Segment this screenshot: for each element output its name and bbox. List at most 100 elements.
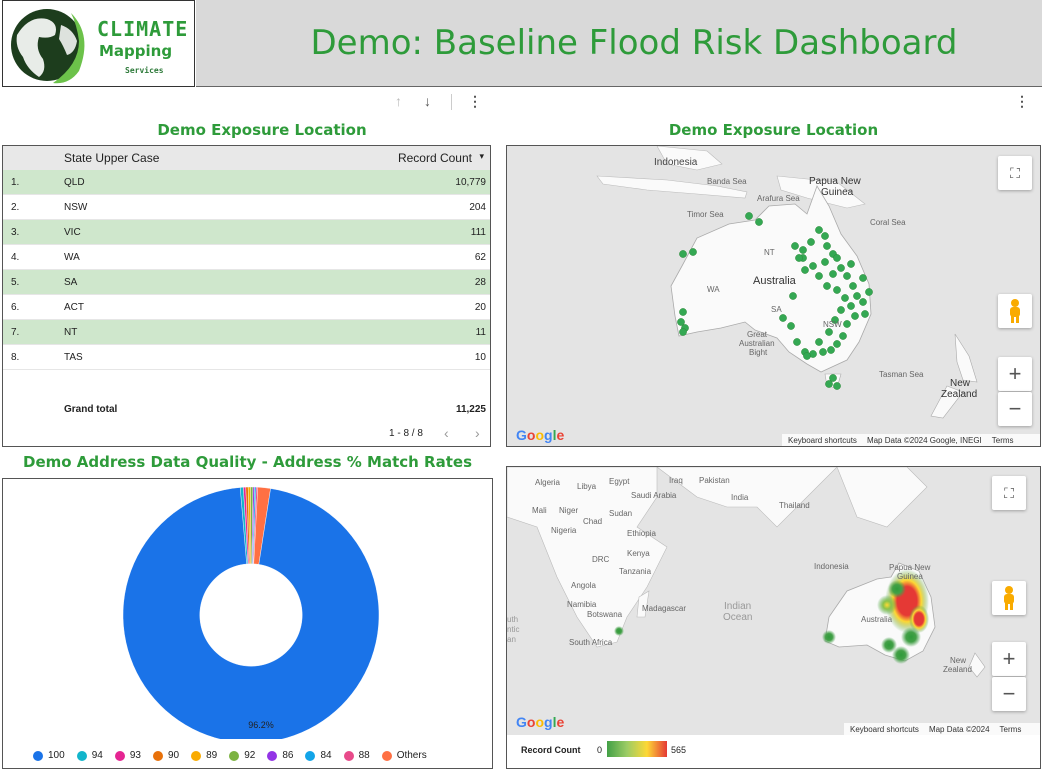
map-marker[interactable] (853, 292, 861, 300)
map-marker[interactable] (859, 298, 867, 306)
terms-link[interactable]: Terms (992, 436, 1014, 445)
row-state: QLD (64, 177, 85, 188)
sort-up-icon[interactable]: ↑ (395, 93, 402, 109)
legend-item[interactable]: 100 (33, 750, 65, 761)
map-marker[interactable] (827, 346, 835, 354)
map-marker[interactable] (815, 338, 823, 346)
map-marker[interactable] (821, 258, 829, 266)
more-vert-icon-map[interactable]: ⋮ (1015, 93, 1029, 110)
map-marker[interactable] (847, 302, 855, 310)
map-marker[interactable] (851, 312, 859, 320)
fullscreen-button[interactable]: ⛶ (998, 156, 1032, 190)
map-marker[interactable] (841, 294, 849, 302)
map-marker[interactable] (809, 262, 817, 270)
street-view-button[interactable] (998, 294, 1032, 328)
table-row[interactable]: 8. TAS 10 (3, 345, 490, 370)
map-marker[interactable] (689, 248, 697, 256)
map-marker[interactable] (859, 274, 867, 282)
street-view-button-2[interactable] (992, 581, 1026, 615)
map-marker[interactable] (837, 306, 845, 314)
fullscreen-button-2[interactable]: ⛶ (992, 476, 1026, 510)
map-marker[interactable] (823, 282, 831, 290)
map-marker[interactable] (833, 340, 841, 348)
legend-item[interactable]: 84 (305, 750, 332, 761)
map-marker[interactable] (829, 270, 837, 278)
map-marker[interactable] (679, 308, 687, 316)
legend-item[interactable]: 92 (229, 750, 255, 761)
map-marker[interactable] (861, 310, 869, 318)
row-index: 8. (11, 352, 20, 363)
map-marker[interactable] (843, 320, 851, 328)
map-marker[interactable] (865, 288, 873, 296)
table-row[interactable]: 2. NSW 204 (3, 195, 490, 220)
heatmap-map[interactable]: Algeria Libya Egypt Iraq Pakistan Saudi … (507, 467, 1040, 735)
zoom-in-button-2[interactable]: + (992, 642, 1026, 676)
legend-item[interactable]: 89 (191, 750, 217, 761)
zoom-out-button-2[interactable]: − (992, 677, 1026, 711)
map-marker[interactable] (833, 254, 841, 262)
map-marker[interactable] (833, 286, 841, 294)
table-row[interactable]: 3. VIC 111 (3, 220, 490, 245)
sort-down-icon[interactable]: ↓ (424, 93, 431, 109)
map-marker[interactable] (825, 380, 833, 388)
map1-canvas[interactable] (507, 146, 1041, 447)
col-count-header[interactable]: Record Count (398, 151, 472, 165)
toolbar-divider (451, 94, 452, 110)
legend-item[interactable]: 88 (343, 750, 370, 761)
zoom-in-button[interactable]: + (998, 357, 1032, 391)
map-marker[interactable] (823, 242, 831, 250)
map-marker[interactable] (807, 238, 815, 246)
map-marker[interactable] (849, 282, 857, 290)
map-marker[interactable] (843, 272, 851, 280)
map-marker[interactable] (779, 314, 787, 322)
donut-chart[interactable]: 96.2% (3, 479, 494, 739)
map-marker[interactable] (847, 260, 855, 268)
legend-item[interactable]: 94 (76, 750, 103, 761)
label-guinea2: Guinea (897, 572, 923, 581)
map-marker[interactable] (799, 246, 807, 254)
map-marker[interactable] (803, 352, 811, 360)
terms-link-2[interactable]: Terms (1000, 725, 1022, 734)
map-marker[interactable] (825, 328, 833, 336)
map-marker[interactable] (815, 226, 823, 234)
legend-item[interactable]: 86 (267, 750, 293, 761)
map-marker[interactable] (793, 338, 801, 346)
col-state-header[interactable]: State Upper Case (64, 151, 159, 165)
map-marker[interactable] (795, 254, 803, 262)
map-marker[interactable] (679, 328, 687, 336)
keyboard-shortcuts-link-2[interactable]: Keyboard shortcuts (850, 725, 919, 734)
map-marker[interactable] (821, 232, 829, 240)
map-marker[interactable] (787, 322, 795, 330)
map-marker[interactable] (791, 242, 799, 250)
exposure-map[interactable]: Indonesia Banda Sea Papua New Guinea Ara… (506, 145, 1041, 447)
sort-caret-icon[interactable]: ▾ (479, 151, 484, 162)
legend-item[interactable]: 90 (152, 750, 179, 761)
label-namibia: Namibia (567, 600, 597, 609)
row-index: 7. (11, 327, 20, 338)
table-row[interactable]: 4. WA 62 (3, 245, 490, 270)
map-marker[interactable] (833, 382, 841, 390)
legend-item[interactable]: 93 (114, 750, 141, 761)
table-row[interactable]: 5. SA 28 (3, 270, 490, 295)
table-row[interactable]: 6. ACT 20 (3, 295, 490, 320)
table-row[interactable]: 1. QLD 10,779 (3, 170, 490, 195)
minus-icon: − (1008, 396, 1022, 421)
legend-swatch (152, 750, 163, 761)
map-marker[interactable] (789, 292, 797, 300)
map-marker[interactable] (815, 272, 823, 280)
map-marker[interactable] (745, 212, 753, 220)
map-marker[interactable] (755, 218, 763, 226)
map-marker[interactable] (679, 250, 687, 258)
legend-item[interactable]: Others (381, 750, 427, 761)
keyboard-shortcuts-link[interactable]: Keyboard shortcuts (788, 436, 857, 445)
prev-page-icon[interactable]: ‹ (444, 425, 449, 441)
legend-label: 92 (244, 750, 256, 761)
map-marker[interactable] (801, 266, 809, 274)
next-page-icon[interactable]: › (475, 425, 480, 441)
table-row[interactable]: 7. NT 11 (3, 320, 490, 345)
map-marker[interactable] (819, 348, 827, 356)
map-marker[interactable] (839, 332, 847, 340)
more-vert-icon[interactable]: ⋮ (468, 93, 482, 110)
zoom-out-button[interactable]: − (998, 392, 1032, 426)
map-marker[interactable] (837, 264, 845, 272)
